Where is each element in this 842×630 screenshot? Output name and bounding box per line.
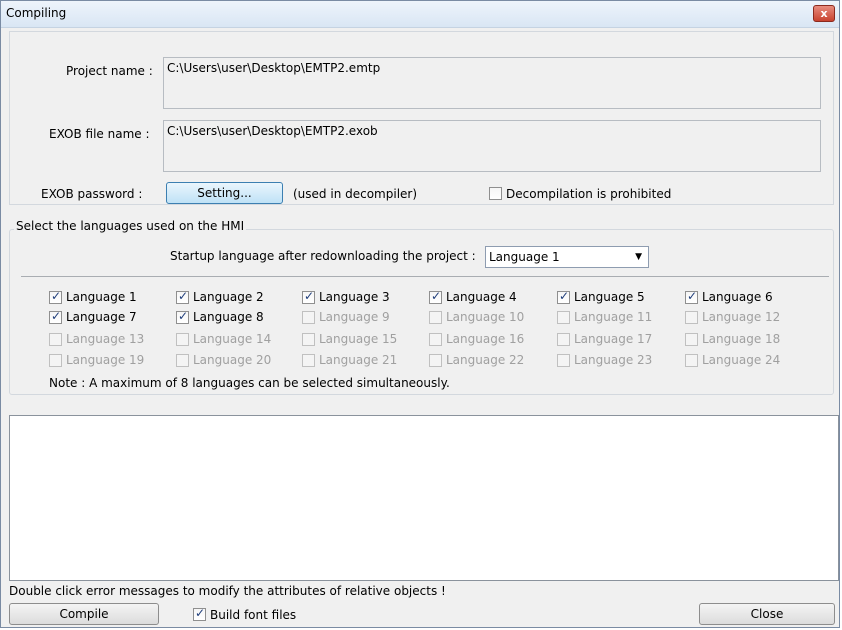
chevron-down-icon: ▼ bbox=[635, 252, 642, 262]
language-label: Language 3 bbox=[319, 290, 390, 304]
language-checkbox bbox=[302, 354, 315, 367]
language-label: Language 16 bbox=[446, 332, 525, 346]
language-checkbox bbox=[685, 354, 698, 367]
exob-file-name-field[interactable]: C:\Users\user\Desktop\EMTP2.exob bbox=[163, 120, 821, 172]
language-checkbox bbox=[685, 311, 698, 324]
language-label: Language 21 bbox=[319, 353, 398, 367]
title-bar: Compiling x bbox=[1, 1, 839, 28]
language-label: Language 22 bbox=[446, 353, 525, 367]
language-checkbox[interactable] bbox=[176, 309, 189, 324]
language-label: Language 18 bbox=[702, 332, 781, 346]
startup-language-select[interactable]: Language 1 ▼ bbox=[485, 246, 649, 268]
language-label: Language 14 bbox=[193, 332, 272, 346]
language-checkbox bbox=[429, 311, 442, 324]
language-checkbox bbox=[49, 354, 62, 367]
decompiler-note: (used in decompiler) bbox=[293, 187, 418, 201]
language-label: Language 4 bbox=[446, 290, 517, 304]
language-checkbox bbox=[302, 333, 315, 346]
language-label: Language 1 bbox=[66, 290, 137, 304]
startup-language-label: Startup language after redownloading the… bbox=[170, 249, 476, 263]
language-label: Language 5 bbox=[574, 290, 645, 304]
language-label: Language 9 bbox=[319, 310, 390, 324]
languages-group-title: Select the languages used on the HMI bbox=[14, 219, 247, 233]
error-message-list[interactable] bbox=[9, 415, 839, 581]
language-checkbox bbox=[557, 333, 570, 346]
language-label: Language 7 bbox=[66, 310, 137, 324]
language-checkbox[interactable] bbox=[429, 289, 442, 304]
language-checkbox bbox=[429, 354, 442, 367]
divider bbox=[21, 276, 829, 277]
close-button[interactable]: Close bbox=[699, 603, 835, 625]
language-label: Language 8 bbox=[193, 310, 264, 324]
language-label: Language 6 bbox=[702, 290, 773, 304]
close-window-button[interactable]: x bbox=[813, 5, 835, 22]
exob-file-name-label: EXOB file name : bbox=[49, 127, 150, 141]
close-icon: x bbox=[820, 7, 828, 20]
language-checkbox bbox=[302, 311, 315, 324]
exob-password-label: EXOB password : bbox=[41, 187, 143, 201]
language-label: Language 15 bbox=[319, 332, 398, 346]
language-label: Language 10 bbox=[446, 310, 525, 324]
language-checkbox bbox=[685, 333, 698, 346]
compiling-dialog: Compiling x Project name : C:\Users\user… bbox=[0, 0, 840, 628]
decompilation-prohibited-checkbox[interactable] bbox=[489, 187, 502, 200]
language-checkbox bbox=[557, 354, 570, 367]
language-label: Language 12 bbox=[702, 310, 781, 324]
language-checkbox bbox=[557, 311, 570, 324]
language-label: Language 13 bbox=[66, 332, 145, 346]
decompilation-prohibited-label: Decompilation is prohibited bbox=[506, 187, 672, 201]
language-label: Language 20 bbox=[193, 353, 272, 367]
language-label: Language 17 bbox=[574, 332, 653, 346]
language-checkbox bbox=[176, 333, 189, 346]
language-checkbox[interactable] bbox=[557, 289, 570, 304]
language-checkbox bbox=[429, 333, 442, 346]
window-title: Compiling bbox=[6, 6, 67, 20]
language-checkbox bbox=[176, 354, 189, 367]
language-checkbox[interactable] bbox=[176, 289, 189, 304]
project-name-field[interactable]: C:\Users\user\Desktop\EMTP2.emtp bbox=[163, 57, 821, 109]
project-name-label: Project name : bbox=[66, 64, 153, 78]
language-label: Language 23 bbox=[574, 353, 653, 367]
language-checkbox bbox=[49, 333, 62, 346]
language-checkbox[interactable] bbox=[49, 309, 62, 324]
language-limit-note: Note : A maximum of 8 languages can be s… bbox=[49, 376, 450, 390]
compile-button[interactable]: Compile bbox=[9, 603, 159, 625]
language-label: Language 2 bbox=[193, 290, 264, 304]
build-font-files-label: Build font files bbox=[210, 608, 297, 622]
language-label: Language 19 bbox=[66, 353, 145, 367]
language-checkbox[interactable] bbox=[685, 289, 698, 304]
password-setting-button[interactable]: Setting... bbox=[166, 182, 283, 204]
startup-language-value: Language 1 bbox=[489, 250, 560, 264]
language-checkbox[interactable] bbox=[49, 289, 62, 304]
language-label: Language 24 bbox=[702, 353, 781, 367]
error-hint-text: Double click error messages to modify th… bbox=[9, 584, 446, 598]
language-label: Language 11 bbox=[574, 310, 653, 324]
language-checkbox[interactable] bbox=[302, 289, 315, 304]
build-font-files-checkbox[interactable] bbox=[193, 606, 206, 621]
